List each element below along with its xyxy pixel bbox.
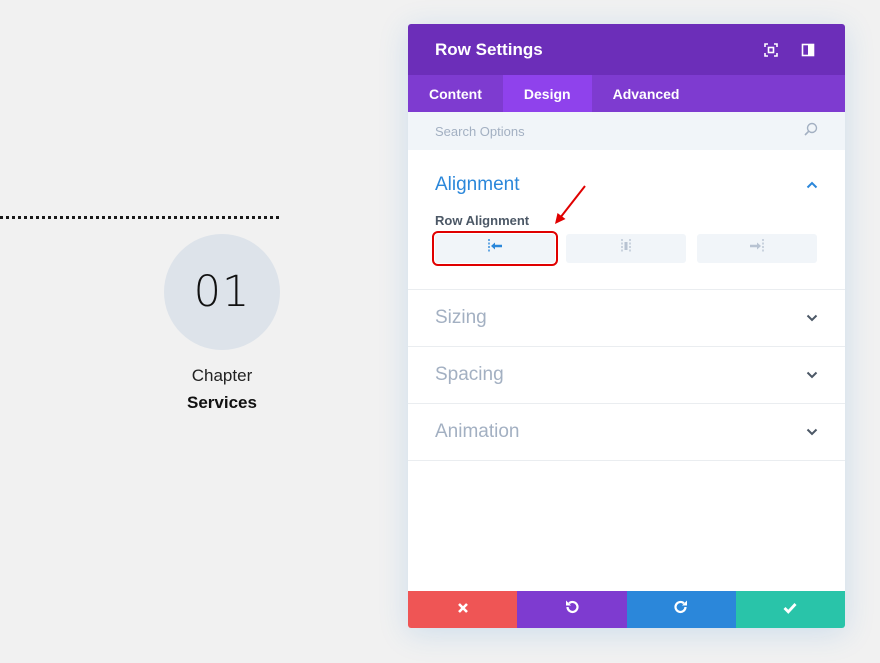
search-bar: [408, 112, 845, 150]
tab-design[interactable]: Design: [502, 75, 592, 112]
modal-footer: [408, 591, 845, 628]
sizing-section[interactable]: Sizing: [408, 290, 845, 347]
close-icon: [457, 601, 469, 619]
row-alignment-label: Row Alignment: [435, 213, 530, 228]
tab-content[interactable]: Content: [408, 75, 503, 112]
align-right-button[interactable]: [697, 234, 817, 263]
animation-section-title: Animation: [435, 421, 520, 442]
chapter-title: Services: [187, 393, 257, 412]
redo-button[interactable]: [626, 591, 736, 628]
align-right-icon: [749, 239, 765, 258]
search-icon[interactable]: [804, 122, 818, 141]
chapter-number-circle: 01: [164, 234, 280, 350]
discard-button[interactable]: [408, 591, 518, 628]
chapter-label: Chapter: [191, 366, 253, 385]
fullscreen-icon[interactable]: [761, 40, 781, 60]
redo-icon: [673, 599, 689, 620]
alignment-section: Alignment Row Alignment: [408, 150, 845, 290]
align-center-button[interactable]: [566, 234, 686, 263]
chevron-down-icon[interactable]: [806, 309, 818, 327]
modal-header: Row Settings: [408, 24, 845, 75]
row-settings-modal: Row Settings Content Design Advanced Sea…: [408, 24, 845, 628]
row-alignment-options: [432, 231, 818, 266]
checkmark-icon: [783, 601, 797, 619]
undo-button[interactable]: [517, 591, 627, 628]
spacing-section[interactable]: Spacing: [408, 347, 845, 404]
chevron-down-icon[interactable]: [806, 366, 818, 384]
chevron-down-icon[interactable]: [806, 423, 818, 441]
save-button[interactable]: [735, 591, 845, 628]
sidebar-toggle-icon[interactable]: [798, 40, 818, 60]
search-input[interactable]: [435, 123, 735, 139]
sizing-section-title: Sizing: [435, 307, 487, 328]
animation-section[interactable]: Animation: [408, 404, 845, 461]
chevron-up-icon[interactable]: [806, 176, 818, 194]
annotation-arrow-icon: [555, 185, 586, 224]
align-left-button[interactable]: [432, 231, 558, 266]
tab-advanced[interactable]: Advanced: [592, 75, 701, 112]
modal-title: Row Settings: [435, 39, 543, 59]
spacing-section-title: Spacing: [435, 364, 504, 385]
undo-icon: [564, 599, 580, 620]
alignment-section-title: Alignment: [435, 174, 520, 195]
align-center-icon: [618, 239, 634, 258]
chapter-number: 01: [193, 267, 251, 317]
alignment-section-header[interactable]: Alignment: [435, 174, 818, 196]
header-icons: [761, 40, 818, 60]
align-left-icon: [487, 239, 503, 258]
dotted-divider: [0, 216, 279, 219]
tab-bar: Content Design Advanced: [408, 75, 845, 112]
